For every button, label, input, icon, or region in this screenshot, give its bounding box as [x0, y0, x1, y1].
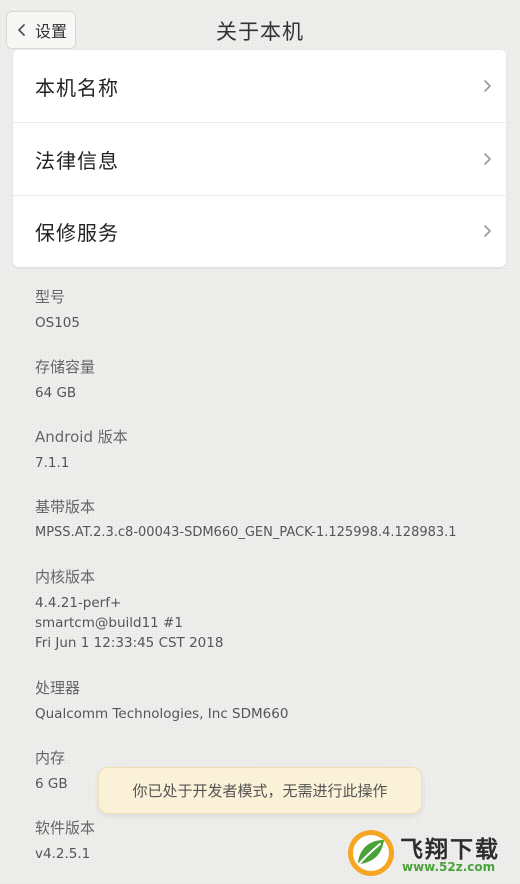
info-value: Fri Jun 1 12:33:45 CST 2018: [35, 635, 224, 651]
info-storage: 存储容量 64 GB: [35, 357, 95, 403]
page-title: 关于本机: [216, 20, 304, 44]
info-label: 存储容量: [35, 358, 96, 376]
info-value: OS105: [35, 315, 80, 331]
chevron-right-icon: [484, 80, 491, 92]
info-label: 处理器: [35, 679, 81, 697]
developer-mode-toast: 你已处于开发者模式，无需进行此操作: [98, 767, 422, 814]
info-value: 64 GB: [35, 385, 77, 401]
list-item-label: 本机名称: [35, 75, 119, 100]
watermark-brand: 飞翔下载: [400, 837, 500, 863]
info-value: 7.1.1: [35, 455, 70, 471]
list-item-label: 法律信息: [35, 148, 119, 173]
chevron-right-icon: [484, 153, 491, 165]
list-item-warranty[interactable]: 保修服务: [13, 195, 506, 267]
info-label: 内核版本: [35, 568, 96, 586]
info-value: Qualcomm Technologies, Inc SDM660: [35, 706, 289, 722]
info-memory: 内存 6 GB: [35, 748, 68, 794]
info-value: 6 GB: [35, 776, 68, 792]
list-item-label: 保修服务: [35, 220, 119, 245]
info-label: Android 版本: [35, 428, 128, 446]
leaf-logo-icon: [348, 830, 394, 876]
info-label: 内存: [35, 749, 66, 767]
top-bar: 设置 关于本机: [0, 0, 520, 62]
watermark-url: www.52z.com: [402, 860, 496, 874]
info-software-version: 软件版本 v4.2.5.1: [35, 818, 95, 864]
info-model: 型号 OS105: [35, 287, 80, 333]
list-item-legal-info[interactable]: 法律信息: [13, 123, 506, 195]
info-value: smartcm@build11 #1: [35, 615, 183, 631]
info-label: 型号: [35, 288, 66, 306]
info-kernel-version: 内核版本 4.4.21-perf+ smartcm@build11 #1 Fri…: [35, 567, 223, 653]
info-value: v4.2.5.1: [35, 846, 91, 862]
info-baseband-version: 基带版本 MPSS.AT.2.3.c8-00043-SDM660_GEN_PAC…: [35, 497, 457, 543]
info-value: 4.4.21-perf+: [35, 595, 122, 611]
chevron-right-icon: [484, 225, 491, 237]
settings-card: 本机名称 法律信息 保修服务: [13, 50, 506, 267]
info-label: 软件版本: [35, 819, 96, 837]
info-value: MPSS.AT.2.3.c8-00043-SDM660_GEN_PACK-1.1…: [35, 525, 457, 540]
watermark: 飞翔下载 www.52z.com: [346, 826, 516, 880]
info-processor: 处理器 Qualcomm Technologies, Inc SDM660: [35, 678, 288, 724]
info-android-version: Android 版本 7.1.1: [35, 427, 128, 473]
info-label: 基带版本: [35, 498, 96, 516]
